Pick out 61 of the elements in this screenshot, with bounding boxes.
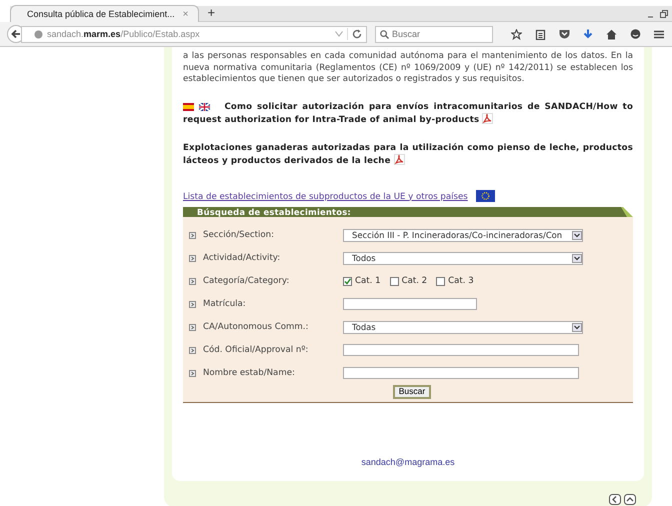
field-label: Matrícula:: [203, 299, 246, 309]
header-tail-drawing: [616, 206, 633, 216]
up-nav-icon[interactable]: [624, 494, 636, 505]
eu-flag-icon: [476, 190, 495, 202]
pdf-icon[interactable]: [394, 154, 405, 165]
address-bar[interactable]: sandach.marm.es/Publico/Estab.aspx: [21, 26, 367, 42]
document-link[interactable]: Como solicitar autorización para envíos intracomunitarios de SANDACH/How to request authorization for Intra-Trade of animal by-products: [183, 102, 633, 126]
pdf-icon[interactable]: [482, 113, 494, 124]
bullet-icon: [189, 346, 196, 354]
checkbox[interactable]: [343, 276, 352, 286]
bullet-icon: [189, 278, 196, 284]
url-text: sandach.marm.es/Publico/Estab.aspx: [47, 29, 201, 39]
checkbox[interactable]: [390, 276, 399, 286]
new-tab-button[interactable]: +: [207, 5, 216, 20]
clipboard-icon[interactable]: [535, 28, 546, 40]
download-icon[interactable]: [583, 28, 593, 40]
input-field[interactable]: [343, 344, 579, 356]
dropdown-field[interactable]: Sección III - P. Incineradoras/Co-incineradoras/Con: [343, 228, 583, 242]
bullet-icon: [189, 232, 196, 238]
restore-icon: [660, 10, 668, 18]
home-icon[interactable]: [606, 28, 617, 40]
input-field[interactable]: [343, 367, 579, 379]
tab-title[interactable]: Consulta pública de Establecimient...: [27, 9, 175, 19]
search-icon: [380, 30, 389, 38]
dropdown-field[interactable]: Todas: [343, 320, 583, 334]
dropdown-field[interactable]: Todos: [343, 252, 583, 264]
field-label: Sección/Section:: [203, 230, 274, 240]
bullet-icon: [189, 324, 196, 330]
field-label: CA/Autonomous Comm.:: [203, 322, 308, 332]
dropdown-arrow-icon[interactable]: [572, 254, 582, 262]
email-link[interactable]: sandach@magrama.es: [183, 456, 633, 466]
checkbox-label: Cat. 2: [402, 276, 428, 286]
spanish-flag-icon: [183, 102, 194, 110]
search-button[interactable]: Buscar: [392, 384, 432, 398]
dropdown-arrow-icon[interactable]: [572, 322, 582, 332]
checkbox[interactable]: [436, 276, 446, 286]
reload-icon[interactable]: [352, 29, 362, 39]
dropdown-value: Todos: [352, 253, 377, 263]
intro-paragraph: a las personas responsables en cada comunidad autónoma para el mantenimiento de los datos. En la nueva normativa comunitaria (Reglamentos (CE) nº 1069/2009 y (UE) nº 142/2011) se establecen los establecimientos que tienen que ser autorizados o registrados y sus requisitos.: [183, 51, 633, 86]
field-label: Nombre estab/Name:: [203, 368, 295, 378]
bullet-icon: [189, 300, 196, 308]
checkbox-label: Cat. 3: [448, 276, 474, 286]
eu-list-link[interactable]: Lista de establecimientos de subproductos de la UE y otros países: [183, 192, 468, 202]
dropdown-arrow-icon[interactable]: [572, 230, 582, 240]
document-link[interactable]: Explotaciones ganaderas autorizadas para la utilización como pienso de leche, productos lácteos y productos derivados de la leche: [183, 142, 633, 168]
uk-flag-icon: [198, 102, 210, 110]
field-label: Actividad/Activity:: [203, 253, 280, 263]
bullet-icon: [189, 370, 196, 376]
dropdown-value: Todas: [352, 322, 377, 332]
back-arrow-icon: [11, 29, 21, 39]
back-nav-icon[interactable]: [609, 494, 621, 505]
browser-tab[interactable]: Consulta pública de Establecimient... ×: [10, 5, 200, 22]
search-field[interactable]: Buscar: [375, 26, 493, 42]
bullet-icon: [189, 254, 196, 262]
menu-icon[interactable]: [654, 30, 664, 38]
star-icon[interactable]: [511, 28, 522, 40]
field-label: Cód. Oficial/Approval nº:: [203, 345, 308, 355]
checkbox-label: Cat. 1: [355, 276, 381, 286]
field-label: Categoría/Category:: [203, 276, 290, 286]
dropdown-value: Sección III - P. Incineradoras/Co-incineradoras/Con: [352, 230, 564, 240]
input-field[interactable]: [343, 298, 477, 310]
